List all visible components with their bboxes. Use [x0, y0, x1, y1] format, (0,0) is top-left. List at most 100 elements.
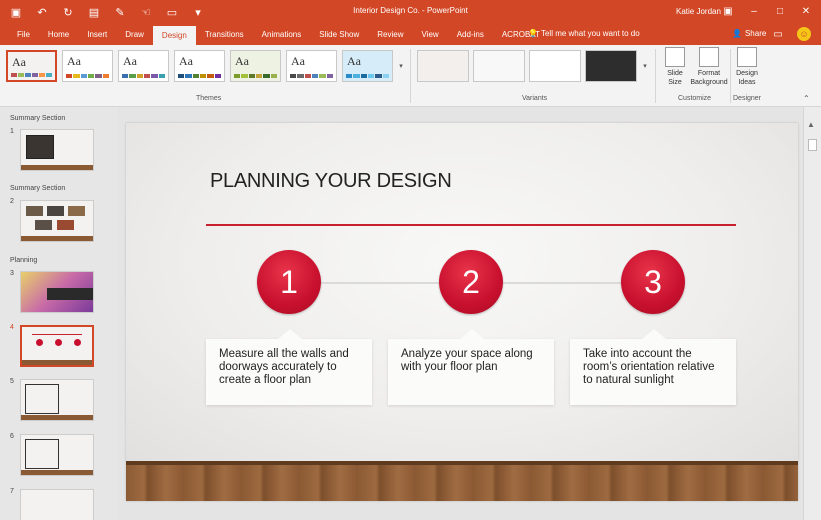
tab-file[interactable]: File: [8, 24, 39, 45]
variant-1[interactable]: [417, 50, 469, 82]
slide-thumbnail-2[interactable]: [20, 200, 94, 242]
tab-insert[interactable]: Insert: [78, 24, 116, 45]
tab-slide-show[interactable]: Slide Show: [310, 24, 368, 45]
tab-draw[interactable]: Draw: [116, 24, 153, 45]
variant-4[interactable]: [585, 50, 637, 82]
slide-size-icon: [665, 47, 685, 67]
collapse-ribbon-icon[interactable]: ⌃: [803, 94, 810, 103]
variants-more-icon[interactable]: ▾: [640, 50, 650, 82]
theme-color-bars: [290, 74, 333, 78]
theme-preview-text: Aa: [347, 54, 361, 68]
design-ideas-icon: [737, 47, 757, 67]
thumbnail-circle: [74, 339, 81, 346]
themes-more-icon[interactable]: ▾: [396, 50, 406, 82]
scroll-thumb[interactable]: [808, 139, 817, 151]
slide-number: 2: [10, 198, 14, 205]
title-bar: ▣ ↶ ↻ ▤ ✎ ☜ ▭ ▾ Interior Design Co. - Po…: [0, 0, 821, 24]
slide-title[interactable]: PLANNING YOUR DESIGN: [210, 170, 452, 193]
ribbon-display-icon[interactable]: ▣: [721, 4, 735, 18]
theme-preview-text: Aa: [291, 54, 305, 68]
theme-preview-text: Aa: [235, 54, 249, 68]
slide-number: 4: [10, 324, 14, 331]
theme-7[interactable]: Aa: [342, 50, 393, 82]
slide-number: 1: [10, 128, 14, 135]
maximize-icon[interactable]: □: [773, 4, 787, 18]
scroll-up-icon[interactable]: ▲: [807, 120, 815, 129]
slide-thumbnail-4[interactable]: [20, 325, 94, 367]
step-2-circle[interactable]: 2: [439, 250, 503, 314]
thumbnail-image: [35, 220, 52, 230]
customize-group-label: Customize: [678, 95, 712, 102]
minimize-icon[interactable]: –: [747, 4, 761, 18]
theme-preview-text: Aa: [179, 54, 193, 68]
tell-me-label: Tell me what you want to do: [540, 29, 640, 38]
theme-color-bars: [122, 74, 165, 78]
slide-thumbnail-5[interactable]: [20, 379, 94, 421]
tab-transitions[interactable]: Transitions: [196, 24, 253, 45]
variant-3[interactable]: [529, 50, 581, 82]
section-header[interactable]: Planning: [10, 257, 37, 264]
share-label: Share: [744, 29, 767, 38]
theme-1[interactable]: Aa: [6, 50, 57, 82]
slide-number: 5: [10, 378, 14, 385]
section-header[interactable]: Summary Section: [10, 115, 65, 122]
title-underline: [206, 224, 736, 226]
slide-thumbnail-7[interactable]: [20, 489, 94, 520]
tell-me-box[interactable]: 💡 Tell me what you want to do: [528, 29, 640, 38]
share-button[interactable]: 👤 Share: [732, 29, 766, 38]
tab-review[interactable]: Review: [368, 24, 412, 45]
tab-view[interactable]: View: [413, 24, 448, 45]
theme-color-bars: [11, 73, 52, 77]
step-1-card[interactable]: Measure all the walls and doorways accur…: [206, 329, 372, 405]
theme-2[interactable]: Aa: [62, 50, 113, 82]
theme-preview-text: Aa: [67, 54, 81, 68]
variant-2[interactable]: [473, 50, 525, 82]
tab-animations[interactable]: Animations: [253, 24, 311, 45]
format-background-label: Format Background: [690, 70, 728, 86]
slide-thumbnail-3[interactable]: [20, 271, 94, 313]
vertical-scrollbar[interactable]: ▲: [803, 107, 821, 520]
thumbnail-image: [26, 135, 54, 159]
thumbnail-floor: [21, 415, 93, 420]
tab-design[interactable]: Design: [152, 24, 196, 45]
thumbnail-image: [68, 206, 85, 216]
theme-color-bars: [178, 74, 221, 78]
thumbnail-title-band: [47, 288, 93, 300]
thumbnail-rule: [32, 334, 82, 335]
theme-5[interactable]: Aa: [230, 50, 281, 82]
step-connector: [503, 282, 621, 284]
format-background-button[interactable]: Format Background: [690, 47, 728, 87]
slide-size-button[interactable]: Slide Size: [660, 47, 690, 87]
thumbnail-floorplan: [25, 439, 59, 469]
step-2-card[interactable]: Analyze your space along with your floor…: [388, 329, 554, 405]
current-slide[interactable]: PLANNING YOUR DESIGN 1 2 3 Measure all t…: [126, 123, 798, 501]
step-1-circle[interactable]: 1: [257, 250, 321, 314]
slide-size-label: Slide Size: [667, 70, 683, 86]
theme-preview-text: Aa: [12, 55, 26, 69]
user-name[interactable]: Katie Jordan: [676, 7, 721, 16]
close-icon[interactable]: ✕: [799, 4, 813, 18]
theme-3[interactable]: Aa: [118, 50, 169, 82]
person-icon: 👤: [732, 29, 742, 38]
slide-number: 7: [10, 488, 14, 495]
step-3-circle[interactable]: 3: [621, 250, 685, 314]
thumbnail-image: [57, 220, 74, 230]
group-separator: [655, 49, 656, 103]
design-ideas-button[interactable]: Design Ideas: [733, 47, 761, 87]
thumbnail-image: [26, 206, 43, 216]
slide-thumbnail-1[interactable]: [20, 129, 94, 171]
theme-6[interactable]: Aa: [286, 50, 337, 82]
slide-thumbnail-pane: Summary Section 1 Summary Section 2 Plan…: [0, 107, 118, 520]
design-ribbon: Aa Aa Aa Aa Aa Aa Aa ▾ Themes ▾ Variants Slide…: [0, 45, 821, 107]
theme-4[interactable]: Aa: [174, 50, 225, 82]
feedback-smiley-icon[interactable]: ☺: [797, 27, 811, 41]
step-3-card[interactable]: Take into account the room’s orientation…: [570, 329, 736, 405]
comments-icon[interactable]: ▭: [771, 27, 785, 41]
ribbon-tabs: File Home Insert Draw Design Transitions Anima…: [0, 24, 821, 45]
thumbnail-floor: [21, 470, 93, 475]
tab-home[interactable]: Home: [39, 24, 78, 45]
section-header[interactable]: Summary Section: [10, 185, 65, 192]
tab-add-ins[interactable]: Add-ins: [448, 24, 493, 45]
designer-group-label: Designer: [733, 95, 762, 102]
slide-thumbnail-6[interactable]: [20, 434, 94, 476]
